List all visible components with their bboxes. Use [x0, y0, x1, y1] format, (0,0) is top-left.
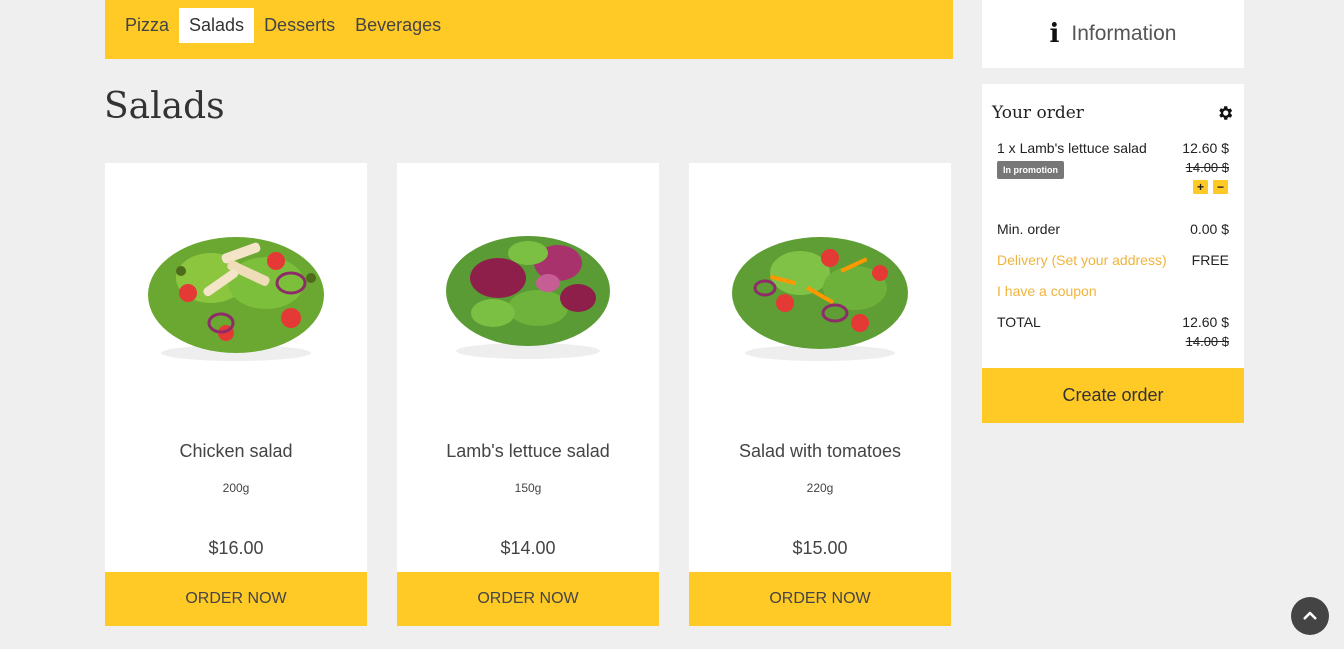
- product-price: $15.00: [792, 538, 848, 558]
- tab-salads[interactable]: Salads: [179, 8, 255, 43]
- create-order-button[interactable]: Create order: [982, 368, 1244, 423]
- tab-pizza[interactable]: Pizza: [115, 8, 179, 43]
- product-image[interactable]: [105, 183, 367, 383]
- decrease-quantity-button[interactable]: −: [1213, 180, 1228, 194]
- order-item-name: 1 x Lamb's lettuce salad: [997, 140, 1147, 156]
- information-label: Information: [1071, 22, 1177, 45]
- order-now-button[interactable]: ORDER NOW: [397, 572, 659, 626]
- order-item-old-price: 14.00 $: [1185, 160, 1229, 175]
- tab-desserts[interactable]: Desserts: [254, 8, 345, 43]
- product-card: Chicken salad 200g $16.00 ORDER NOW: [105, 163, 367, 626]
- order-title: Your order: [992, 103, 1084, 123]
- promotion-badge: In promotion: [997, 161, 1064, 179]
- info-icon: i: [1049, 19, 1060, 49]
- increase-quantity-button[interactable]: +: [1193, 180, 1208, 194]
- min-order-label: Min. order: [997, 221, 1061, 237]
- scroll-to-top-button[interactable]: [1291, 597, 1329, 635]
- tab-beverages[interactable]: Beverages: [345, 8, 451, 43]
- information-button[interactable]: i Information: [982, 0, 1244, 68]
- product-weight: 220g: [806, 481, 834, 495]
- min-order-value: 0.00 $: [1190, 221, 1229, 237]
- order-summary: Your order 1 x Lamb's lettuce salad 12.6…: [982, 84, 1244, 368]
- gear-icon[interactable]: [1216, 104, 1234, 122]
- total-value: 12.60 $: [1182, 314, 1229, 330]
- product-price: $14.00: [500, 538, 556, 558]
- chevron-up-icon: [1303, 611, 1317, 620]
- product-weight: 200g: [222, 481, 250, 495]
- product-image[interactable]: [397, 183, 659, 383]
- product-price: $16.00: [208, 538, 264, 558]
- section-title: Salads: [104, 86, 225, 127]
- product-name: Lamb's lettuce salad: [446, 441, 610, 461]
- coupon-link[interactable]: I have a coupon: [997, 283, 1097, 299]
- delivery-value: FREE: [1191, 252, 1229, 268]
- total-old-value: 14.00 $: [1185, 334, 1229, 349]
- delivery-address-link[interactable]: Delivery (Set your address): [997, 252, 1167, 268]
- page: Pizza Salads Desserts Beverages Salads C…: [0, 0, 1344, 649]
- product-card: Lamb's lettuce salad 150g $14.00 ORDER N…: [397, 163, 659, 626]
- product-card: Salad with tomatoes 220g $15.00 ORDER NO…: [689, 163, 951, 626]
- product-image[interactable]: [689, 183, 951, 383]
- order-now-button[interactable]: ORDER NOW: [689, 572, 951, 626]
- product-name: Chicken salad: [179, 441, 293, 461]
- order-item-price: 12.60 $: [1182, 140, 1229, 156]
- product-weight: 150g: [514, 481, 542, 495]
- total-label: TOTAL: [997, 314, 1041, 330]
- order-now-button[interactable]: ORDER NOW: [105, 572, 367, 626]
- category-nav: Pizza Salads Desserts Beverages: [105, 0, 953, 59]
- product-name: Salad with tomatoes: [738, 441, 902, 461]
